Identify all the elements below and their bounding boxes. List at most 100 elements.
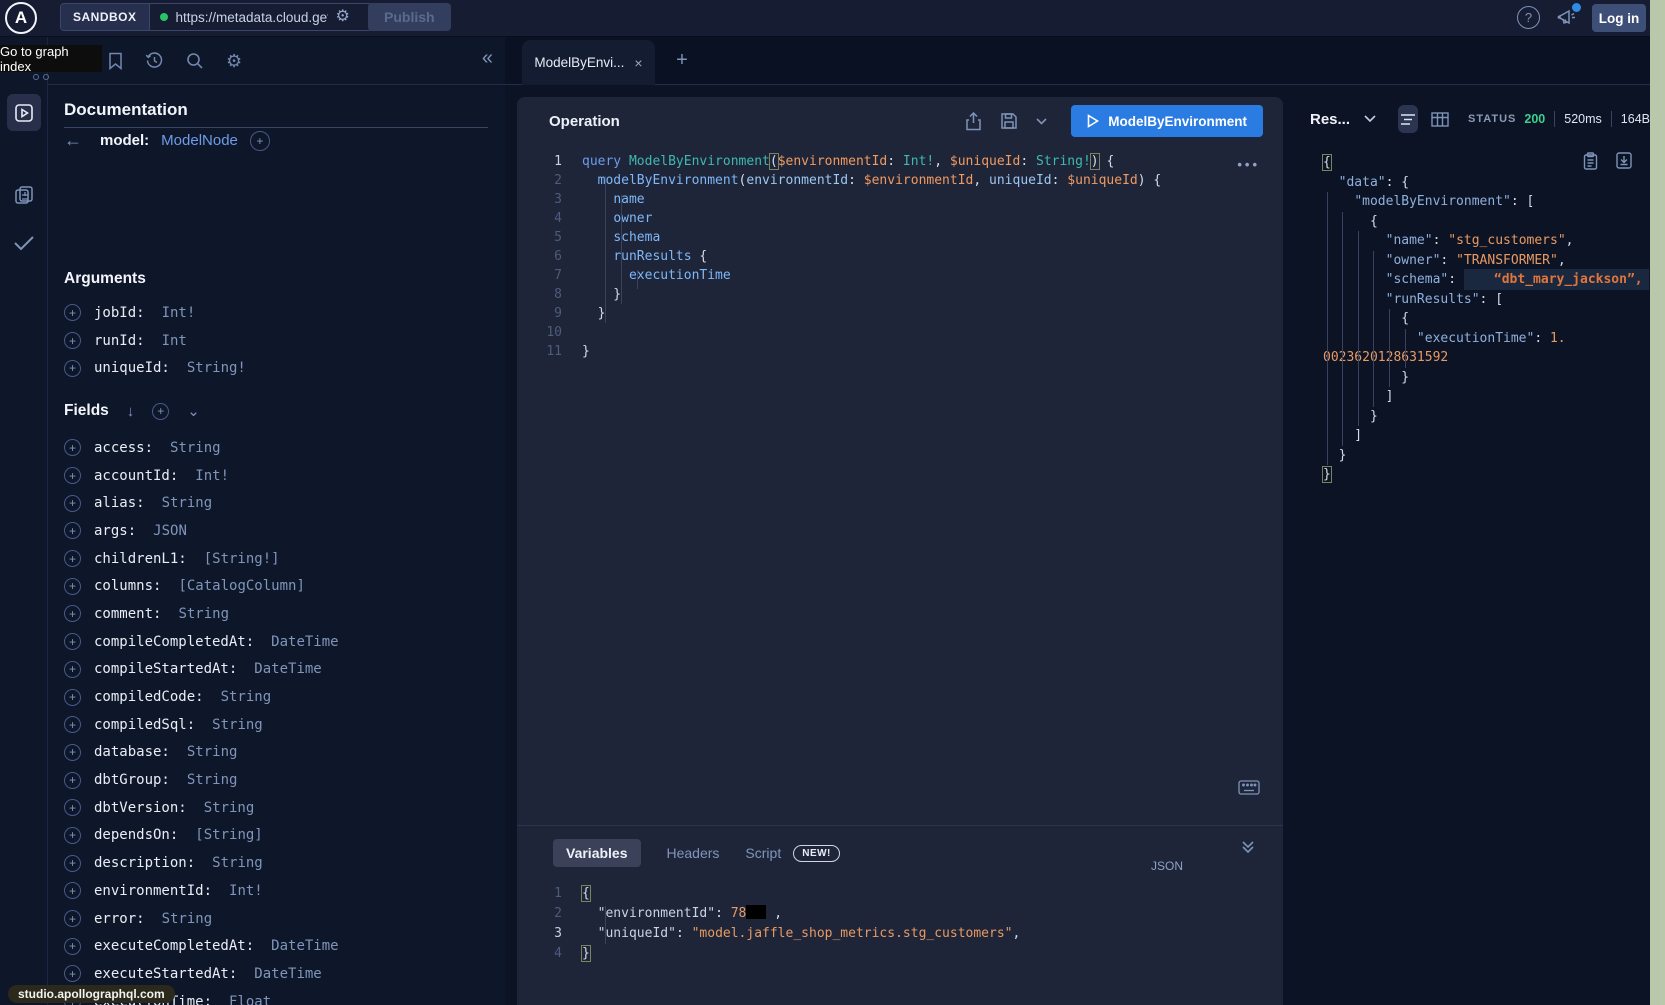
keyboard-shortcuts-icon[interactable]: [1238, 780, 1260, 795]
doc-type-link[interactable]: ModelNode: [161, 132, 238, 149]
doc-field-row[interactable]: +comment:String: [64, 600, 339, 628]
tab-script[interactable]: Script: [745, 845, 781, 861]
field-type[interactable]: String: [212, 855, 263, 871]
doc-field-row[interactable]: +compiledCode:String: [64, 683, 339, 711]
response-json[interactable]: { "data": { "modelByEnvironment": [ { "n…: [1323, 153, 1644, 485]
field-type[interactable]: String!: [187, 360, 246, 376]
tree-view-button[interactable]: [1398, 105, 1418, 133]
endpoint-settings-gear-icon[interactable]: ⚙: [336, 9, 350, 25]
tab-modelbyenvironment[interactable]: ModelByEnvi... ×: [522, 40, 655, 85]
tab-headers[interactable]: Headers: [667, 845, 720, 861]
new-tab-button[interactable]: +: [667, 45, 697, 75]
add-to-query-icon[interactable]: +: [64, 772, 81, 789]
login-button[interactable]: Log in: [1592, 4, 1646, 32]
save-icon[interactable]: [1000, 112, 1018, 130]
field-type[interactable]: String: [204, 800, 255, 816]
field-type[interactable]: DateTime: [254, 966, 321, 982]
doc-field-row[interactable]: +compileCompletedAt:DateTime: [64, 628, 339, 656]
add-to-query-icon[interactable]: +: [64, 855, 81, 872]
collapse-variables-icon[interactable]: [1241, 840, 1255, 854]
add-to-query-icon[interactable]: +: [64, 439, 81, 456]
add-to-query-icon[interactable]: +: [64, 661, 81, 678]
query-editor[interactable]: 1query ModelByEnvironment($environmentId…: [517, 152, 1283, 361]
save-dropdown-chevron-icon[interactable]: [1036, 118, 1047, 125]
search-icon[interactable]: [186, 52, 204, 70]
field-type[interactable]: Float: [229, 994, 271, 1005]
doc-field-row[interactable]: +executeStartedAt:DateTime: [64, 960, 339, 988]
apollo-logo[interactable]: A: [5, 2, 37, 34]
field-type[interactable]: Int!: [162, 305, 196, 321]
field-type[interactable]: Int!: [195, 468, 229, 484]
table-view-button[interactable]: [1430, 105, 1450, 133]
add-to-query-icon[interactable]: +: [64, 799, 81, 816]
doc-field-row[interactable]: +dbtVersion:String: [64, 794, 339, 822]
add-to-query-icon[interactable]: +: [64, 495, 81, 512]
field-type[interactable]: [String!]: [204, 551, 280, 567]
field-type[interactable]: String: [221, 689, 272, 705]
explorer-settings-gear-icon[interactable]: ⚙: [226, 52, 242, 70]
field-type[interactable]: String: [162, 495, 213, 511]
doc-field-row[interactable]: +environmentId:Int!: [64, 877, 339, 905]
doc-field-row[interactable]: +compiledSql:String: [64, 711, 339, 739]
announcements-megaphone-icon[interactable]: [1556, 7, 1578, 29]
add-to-query-icon[interactable]: +: [64, 827, 81, 844]
endpoint-url[interactable]: https://metadata.cloud.get: [176, 10, 328, 25]
add-to-query-icon[interactable]: +: [64, 522, 81, 539]
add-to-query-icon[interactable]: +: [64, 716, 81, 733]
add-all-fields-icon[interactable]: +: [152, 403, 169, 420]
run-operation-button[interactable]: ModelByEnvironment: [1071, 105, 1263, 137]
add-to-query-icon[interactable]: +: [64, 360, 81, 377]
checks-nav-item[interactable]: [7, 228, 41, 258]
field-type[interactable]: String: [187, 744, 238, 760]
field-type[interactable]: DateTime: [254, 661, 321, 677]
publish-button[interactable]: Publish: [368, 3, 451, 31]
add-to-query-icon[interactable]: +: [64, 550, 81, 567]
field-type[interactable]: String: [162, 911, 213, 927]
doc-field-row[interactable]: +accountId:Int!: [64, 462, 339, 490]
field-type[interactable]: String: [170, 440, 221, 456]
history-icon[interactable]: [145, 51, 164, 70]
response-title[interactable]: Res...: [1310, 111, 1350, 128]
doc-field-row[interactable]: +args:JSON: [64, 517, 339, 545]
doc-field-row[interactable]: +jobId:Int!: [64, 299, 246, 327]
variables-editor[interactable]: 1{2 "environmentId": 78 ,3 "uniqueId": "…: [517, 884, 1283, 964]
tab-close-icon[interactable]: ×: [634, 55, 642, 71]
tab-variables[interactable]: Variables: [553, 839, 641, 867]
field-type[interactable]: [CatalogColumn]: [178, 578, 304, 594]
doc-field-row[interactable]: +alias:String: [64, 489, 339, 517]
field-type[interactable]: JSON: [153, 523, 187, 539]
doc-field-row[interactable]: +childrenL1:[String!]: [64, 545, 339, 573]
doc-field-row[interactable]: +compileStartedAt:DateTime: [64, 656, 339, 684]
back-arrow-icon[interactable]: ←: [64, 130, 82, 151]
chevron-down-icon[interactable]: ⌄: [187, 402, 200, 420]
doc-field-row[interactable]: +database:String: [64, 739, 339, 767]
doc-field-row[interactable]: +uniqueId:String!: [64, 354, 246, 382]
add-to-query-icon[interactable]: +: [64, 332, 81, 349]
collections-nav-item[interactable]: [7, 180, 41, 210]
explorer-nav-item[interactable]: [7, 94, 41, 131]
endpoint-url-box[interactable]: https://metadata.cloud.get ⚙: [150, 4, 372, 30]
doc-field-row[interactable]: +executeCompletedAt:DateTime: [64, 932, 339, 960]
field-type[interactable]: Int: [162, 333, 187, 349]
help-icon[interactable]: ?: [1517, 6, 1540, 29]
bookmark-icon[interactable]: [108, 52, 123, 70]
doc-field-row[interactable]: +dependsOn:[String]: [64, 822, 339, 850]
add-to-query-icon[interactable]: +: [64, 689, 81, 706]
field-type[interactable]: String: [178, 606, 229, 622]
field-type[interactable]: DateTime: [271, 938, 338, 954]
share-icon[interactable]: [965, 112, 982, 131]
add-to-query-icon[interactable]: +: [64, 965, 81, 982]
field-type[interactable]: String: [212, 717, 263, 733]
add-to-query-icon[interactable]: +: [64, 304, 81, 321]
field-type[interactable]: Int!: [229, 883, 263, 899]
field-type[interactable]: String: [187, 772, 238, 788]
doc-field-row[interactable]: +dbtGroup:String: [64, 766, 339, 794]
add-field-icon[interactable]: +: [250, 131, 270, 151]
sort-icon[interactable]: ↓: [127, 403, 135, 420]
add-to-query-icon[interactable]: +: [64, 744, 81, 761]
add-to-query-icon[interactable]: +: [64, 467, 81, 484]
add-to-query-icon[interactable]: +: [64, 633, 81, 650]
field-type[interactable]: [String]: [195, 827, 262, 843]
add-to-query-icon[interactable]: +: [64, 605, 81, 622]
collapse-sidebar-icon[interactable]: «: [482, 47, 493, 70]
